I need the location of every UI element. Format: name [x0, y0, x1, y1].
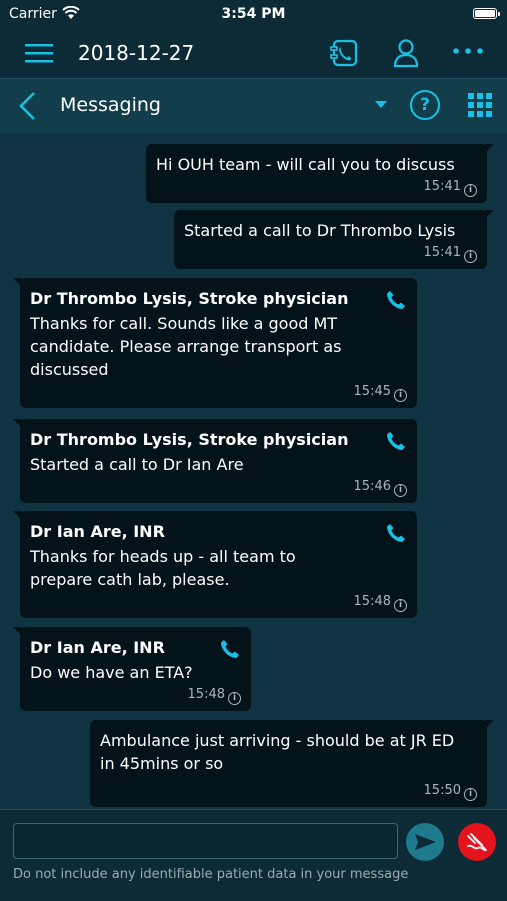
message-bubble-incoming[interactable]: Dr Thrombo Lysis, Stroke physician Thank… — [13, 278, 417, 408]
urgent-alert-button[interactable] — [458, 823, 496, 861]
help-icon[interactable]: ? — [410, 90, 440, 120]
message-text: Ambulance just arriving - should be at J… — [100, 731, 455, 773]
battery-icon — [473, 8, 500, 19]
page-title: Messaging — [60, 94, 161, 116]
message-composer: Do not include any identifiable patient … — [0, 809, 507, 901]
info-icon[interactable]: i — [464, 788, 477, 801]
info-icon[interactable]: i — [394, 484, 407, 497]
send-button[interactable] — [406, 823, 444, 861]
message-time: 15:46 — [353, 479, 391, 494]
message-time: 15:50 — [423, 783, 461, 798]
send-icon — [415, 834, 436, 850]
message-time: 15:41 — [423, 245, 461, 260]
message-text: Hi OUH team - will call you to discuss — [156, 155, 455, 174]
message-bubble-outgoing[interactable]: Ambulance just arriving - should be at J… — [90, 720, 494, 807]
status-bar: Carrier 3:54 PM — [0, 0, 507, 30]
message-time: 15:48 — [187, 687, 225, 702]
message-meta: 15:48 i — [30, 687, 241, 705]
phone-icon[interactable] — [385, 522, 407, 544]
phone-icon[interactable] — [385, 289, 407, 311]
message-text: Started a call to Dr Ian Are — [30, 455, 244, 474]
call-log-icon[interactable] — [329, 38, 359, 68]
message-bubble-outgoing[interactable]: Started a call to Dr Thrombo Lysis 15:41… — [174, 210, 494, 269]
profile-icon[interactable] — [392, 38, 420, 68]
message-sender: Dr Ian Are, INR — [30, 638, 165, 657]
message-text: Do we have an ETA? — [30, 663, 193, 682]
info-icon[interactable]: i — [464, 184, 477, 197]
clock: 3:54 PM — [221, 6, 286, 22]
info-icon[interactable]: i — [394, 389, 407, 402]
message-time: 15:48 — [353, 594, 391, 609]
back-chevron-icon[interactable] — [16, 91, 38, 121]
app-grid-icon[interactable] — [468, 93, 492, 117]
message-meta: 15:46 i — [30, 479, 407, 497]
dropdown-arrow-icon[interactable] — [375, 101, 387, 109]
message-meta: 15:50 i — [100, 783, 477, 801]
message-text: Thanks for call. Sounds like a good MT c… — [30, 314, 342, 379]
message-sender: Dr Thrombo Lysis, Stroke physician — [30, 430, 349, 449]
message-bubble-outgoing[interactable]: Hi OUH team - will call you to discuss 1… — [146, 144, 494, 203]
message-list[interactable]: Hi OUH team - will call you to discuss 1… — [0, 133, 507, 809]
message-time: 15:45 — [353, 384, 391, 399]
message-sender: Dr Thrombo Lysis, Stroke physician — [30, 289, 349, 308]
message-text: Started a call to Dr Thrombo Lysis — [184, 221, 456, 240]
privacy-disclaimer: Do not include any identifiable patient … — [13, 867, 409, 882]
message-input[interactable] — [13, 823, 398, 859]
alert-icon — [467, 833, 487, 852]
hamburger-menu-icon[interactable] — [25, 42, 53, 64]
message-bubble-incoming[interactable]: Dr Thrombo Lysis, Stroke physician Start… — [13, 419, 417, 503]
phone-icon[interactable] — [385, 430, 407, 452]
message-meta: 15:41 i — [184, 245, 477, 263]
phone-icon[interactable] — [219, 638, 241, 660]
info-icon[interactable]: i — [464, 250, 477, 263]
more-options-icon[interactable] — [452, 44, 484, 58]
message-sender: Dr Ian Are, INR — [30, 522, 165, 541]
header-date: 2018-12-27 — [78, 41, 195, 65]
message-text: Thanks for heads up - all team to prepar… — [30, 547, 296, 589]
message-time: 15:41 — [423, 179, 461, 194]
messaging-header: Messaging ? — [0, 79, 507, 133]
message-meta: 15:41 i — [156, 179, 477, 197]
info-icon[interactable]: i — [394, 599, 407, 612]
message-bubble-incoming[interactable]: Dr Ian Are, INR Do we have an ETA? 15:48… — [13, 627, 251, 711]
info-icon[interactable]: i — [228, 692, 241, 705]
message-bubble-incoming[interactable]: Dr Ian Are, INR Thanks for heads up - al… — [13, 511, 417, 618]
message-meta: 15:48 i — [30, 594, 407, 612]
top-navigation-bar: 2018-12-27 — [0, 30, 507, 79]
message-meta: 15:45 i — [30, 384, 407, 402]
